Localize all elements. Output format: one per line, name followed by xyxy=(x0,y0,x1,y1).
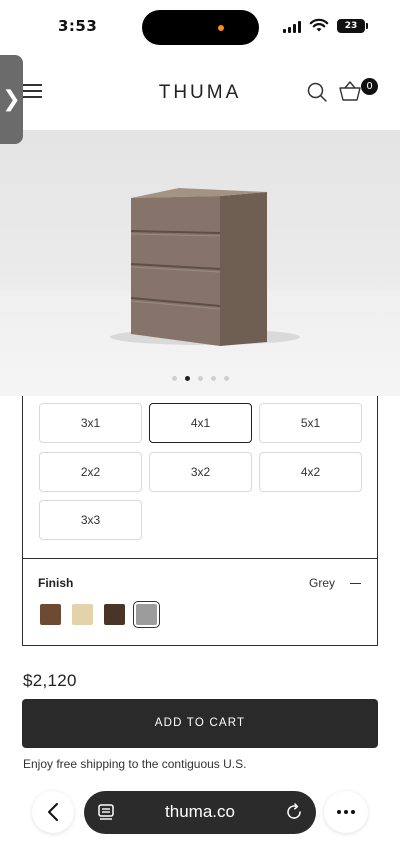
size-option-selected[interactable]: 4x1 xyxy=(149,403,252,443)
back-button[interactable] xyxy=(32,791,74,833)
configuration-panel: 3x1 4x1 5x1 2x2 3x2 4x2 3x3 Finish Grey xyxy=(22,396,378,646)
size-option[interactable]: 3x2 xyxy=(149,452,252,492)
panel-divider xyxy=(23,558,377,559)
shipping-note: Enjoy free shipping to the contiguous U.… xyxy=(23,757,247,771)
size-option[interactable]: 3x3 xyxy=(39,500,142,540)
cellular-signal-icon xyxy=(283,21,301,33)
dynamic-island xyxy=(142,10,259,45)
carousel-dot[interactable] xyxy=(184,376,190,381)
recording-indicator-icon xyxy=(218,25,224,31)
battery-icon: 23 xyxy=(337,19,365,33)
size-option[interactable]: 4x2 xyxy=(259,452,362,492)
carousel-dots[interactable] xyxy=(0,376,400,384)
size-option[interactable]: 2x2 xyxy=(39,452,142,492)
collapse-icon[interactable] xyxy=(350,583,361,585)
url-text[interactable]: thuma.co xyxy=(84,802,316,822)
finish-swatch-walnut[interactable] xyxy=(40,604,61,625)
finish-label: Finish xyxy=(38,576,74,590)
dresser-image xyxy=(110,188,300,346)
finish-swatch-grey[interactable] xyxy=(133,601,160,628)
search-icon[interactable] xyxy=(307,82,327,102)
finish-value: Grey xyxy=(309,576,336,590)
carousel-dot[interactable] xyxy=(197,376,203,381)
carousel-dot[interactable] xyxy=(210,376,216,381)
size-option[interactable]: 5x1 xyxy=(259,403,362,443)
finish-swatch-espresso[interactable] xyxy=(104,604,125,625)
finish-swatch-natural[interactable] xyxy=(72,604,93,625)
cart-count-badge: 0 xyxy=(361,78,378,95)
side-panel-tab[interactable]: ❯ xyxy=(0,55,23,144)
status-time: 3:53 xyxy=(58,17,98,35)
more-options-button[interactable] xyxy=(324,791,368,833)
carousel-dot[interactable] xyxy=(223,376,229,381)
battery-cap xyxy=(366,23,368,29)
wifi-icon xyxy=(309,18,329,32)
product-hero-image[interactable] xyxy=(0,130,400,396)
reload-icon[interactable] xyxy=(285,803,303,821)
product-price: $2,120 xyxy=(23,671,77,690)
add-to-cart-button[interactable]: ADD TO CART xyxy=(22,699,378,748)
cart-icon[interactable] xyxy=(339,81,361,101)
chevron-left-icon xyxy=(48,803,58,821)
carousel-dot[interactable] xyxy=(171,376,177,381)
status-bar: 3:53 23 xyxy=(0,0,400,56)
size-option[interactable]: 3x1 xyxy=(39,403,142,443)
